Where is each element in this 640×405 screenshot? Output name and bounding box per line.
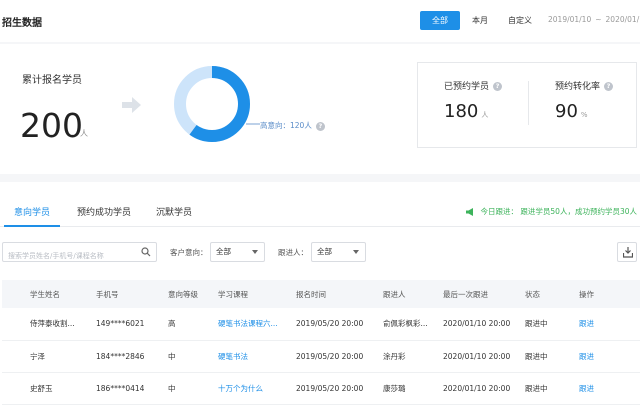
column-header: 手机号: [96, 280, 168, 308]
chevron-down-icon: [353, 250, 359, 254]
follower: 俞佩彩枫彩...: [383, 308, 443, 341]
status: 跟进中: [525, 308, 579, 341]
follower: 康莎璐: [383, 372, 443, 405]
column-header: 状态: [525, 280, 579, 308]
column-header: 跟进人: [383, 280, 443, 308]
table-row[interactable]: 侍萍泰收割... 149****6021 高 硬笔书法课程六... 2019/0…: [2, 308, 640, 341]
table-row[interactable]: 宁泽 184****2846 中 硬笔书法 2019/05/20 20:00 涂…: [2, 340, 640, 373]
intent-select[interactable]: 全部: [210, 242, 265, 262]
tab-booked-students[interactable]: 预约成功学员: [77, 205, 131, 218]
follower-filter-label: 跟进人：: [278, 248, 308, 257]
tab-intent-students[interactable]: 意向学员: [14, 205, 50, 218]
signup-time: 2019/05/20 20:00: [296, 372, 383, 405]
search-icon[interactable]: [141, 247, 151, 257]
follower-select[interactable]: 全部: [311, 242, 366, 262]
search-box: [2, 242, 157, 265]
students-panel: 意向学员 预约成功学员 沉默学员 今日跟进： 跟进学员50人，成功预约学员30人…: [0, 182, 640, 405]
follow-up-notice: 今日跟进： 跟进学员50人，成功预约学员30人: [465, 206, 637, 217]
students-table: 学生姓名 手机号 意向等级 学习课程 报名时间 跟进人 最后一次跟进 状态 操作…: [2, 280, 640, 405]
last-follow-up: 2020/01/10 20:00: [443, 372, 525, 405]
course-link[interactable]: 硬笔书法: [218, 340, 296, 373]
total-students-value: 200: [20, 106, 83, 145]
table-header-row: 学生姓名 手机号 意向等级 学习课程 报名时间 跟进人 最后一次跟进 状态 操作: [2, 280, 640, 308]
active-tab-indicator: [4, 225, 60, 227]
kpi-conversion-label: 预约转化率: [555, 82, 601, 92]
date-range-picker[interactable]: 2019/01/10~2020/01/10: [548, 15, 640, 24]
follow-up-action[interactable]: 跟进: [579, 340, 640, 373]
export-button[interactable]: [617, 242, 637, 262]
date-start: 2019/01/10: [548, 15, 592, 24]
follow-up-action[interactable]: 跟进: [579, 308, 640, 341]
course-link[interactable]: 十万个为什么: [218, 372, 296, 405]
follower: 涂丹彩: [383, 340, 443, 373]
kpi-booked-value: 180: [444, 101, 479, 122]
phone: 184****2846: [96, 340, 168, 373]
total-students-unit: 人: [80, 129, 88, 138]
kpi-card: 已预约学员? 180 人 预约转化率? 90%: [417, 62, 637, 148]
filter-bar: 客户意向： 全部 跟进人： 全部: [0, 242, 640, 265]
download-icon: [623, 247, 633, 258]
intent-donut-chart: [174, 66, 250, 142]
intent-level: 中: [168, 340, 218, 373]
arrow-right-icon: [122, 97, 141, 113]
column-header: 最后一次跟进: [443, 280, 525, 308]
follower-select-value: 全部: [317, 247, 332, 256]
range-all-button[interactable]: 全部: [420, 11, 460, 30]
intent-level: 中: [168, 372, 218, 405]
search-input[interactable]: [3, 247, 133, 265]
help-icon[interactable]: ?: [604, 82, 614, 91]
column-header: 报名时间: [296, 280, 383, 308]
high-intent-text: 高意向：120人: [260, 121, 312, 130]
chevron-down-icon: [252, 250, 258, 254]
follow-up-action[interactable]: 跟进: [579, 372, 640, 405]
kpi-conversion-value: 90: [555, 101, 578, 122]
last-follow-up: 2020/01/10 20:00: [443, 340, 525, 373]
signup-time: 2019/05/20 20:00: [296, 340, 383, 373]
page-title: 招生数据: [2, 18, 42, 29]
header-bar: 招生数据 全部 本月 自定义 2019/01/10~2020/01/10: [0, 0, 640, 42]
course-link[interactable]: 硬笔书法课程六...: [218, 308, 296, 341]
student-name: 侍萍泰收割...: [2, 308, 96, 341]
intent-level: 高: [168, 308, 218, 341]
column-header: 学习课程: [218, 280, 296, 308]
status: 跟进中: [525, 340, 579, 373]
table-row[interactable]: 史舒玉 186****0414 中 十万个为什么 2019/05/20 20:0…: [2, 372, 640, 405]
status: 跟进中: [525, 372, 579, 405]
help-icon[interactable]: ?: [493, 82, 503, 91]
column-header: 操作: [579, 280, 640, 308]
phone: 186****0414: [96, 372, 168, 405]
megaphone-icon: [465, 208, 473, 216]
high-intent-label: 高意向：120人?: [260, 120, 325, 131]
total-students-label: 累计报名学员: [22, 75, 82, 86]
column-header: 学生姓名: [2, 280, 96, 308]
kpi-booked-label: 已预约学员: [444, 82, 490, 92]
range-month-button[interactable]: 本月: [464, 11, 496, 30]
kpi-conversion-unit: %: [580, 111, 588, 119]
help-icon[interactable]: ?: [315, 121, 325, 131]
follow-up-text: 今日跟进： 跟进学员50人，成功预约学员30人: [480, 207, 637, 216]
kpi-divider: [528, 81, 529, 125]
date-end: 2020/01/10: [605, 15, 640, 24]
student-tabs: 意向学员 预约成功学员 沉默学员 今日跟进： 跟进学员50人，成功预约学员30人: [0, 182, 640, 227]
intent-select-value: 全部: [216, 247, 231, 256]
kpi-booked: 已预约学员? 180 人: [444, 79, 503, 122]
phone: 149****6021: [96, 308, 168, 341]
stats-panel: 累计报名学员 200 人 高意向：120人? 已预约学员? 180 人 预约转化率…: [0, 44, 640, 174]
range-custom-button[interactable]: 自定义: [500, 11, 540, 30]
student-name: 史舒玉: [2, 372, 96, 405]
date-separator: ~: [595, 15, 602, 24]
column-header: 意向等级: [168, 280, 218, 308]
student-name: 宁泽: [2, 340, 96, 373]
last-follow-up: 2020/01/10 20:00: [443, 308, 525, 341]
kpi-conversion: 预约转化率? 90%: [555, 79, 614, 122]
tab-silent-students[interactable]: 沉默学员: [156, 205, 192, 218]
kpi-booked-unit: 人: [481, 111, 489, 119]
intent-filter-label: 客户意向：: [170, 248, 208, 257]
signup-time: 2019/05/20 20:00: [296, 308, 383, 341]
